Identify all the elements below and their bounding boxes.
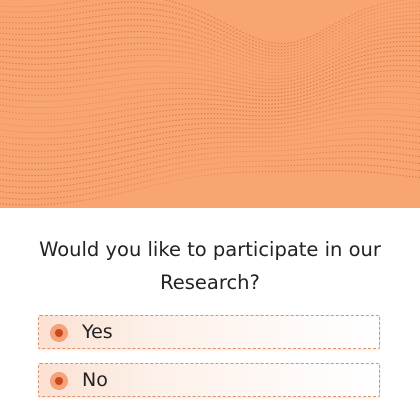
option-yes-label: Yes <box>82 321 113 343</box>
option-no-label: No <box>82 369 108 391</box>
option-no[interactable]: No <box>38 363 380 397</box>
dotted-wave-illustration <box>0 0 420 206</box>
survey-page: Would you like to participate in our Res… <box>0 0 420 420</box>
hero-banner <box>0 0 420 208</box>
radio-button-yes[interactable] <box>50 324 68 342</box>
survey-question: Would you like to participate in our Res… <box>39 238 381 294</box>
option-yes[interactable]: Yes <box>38 315 380 349</box>
radio-button-no[interactable] <box>50 372 68 390</box>
